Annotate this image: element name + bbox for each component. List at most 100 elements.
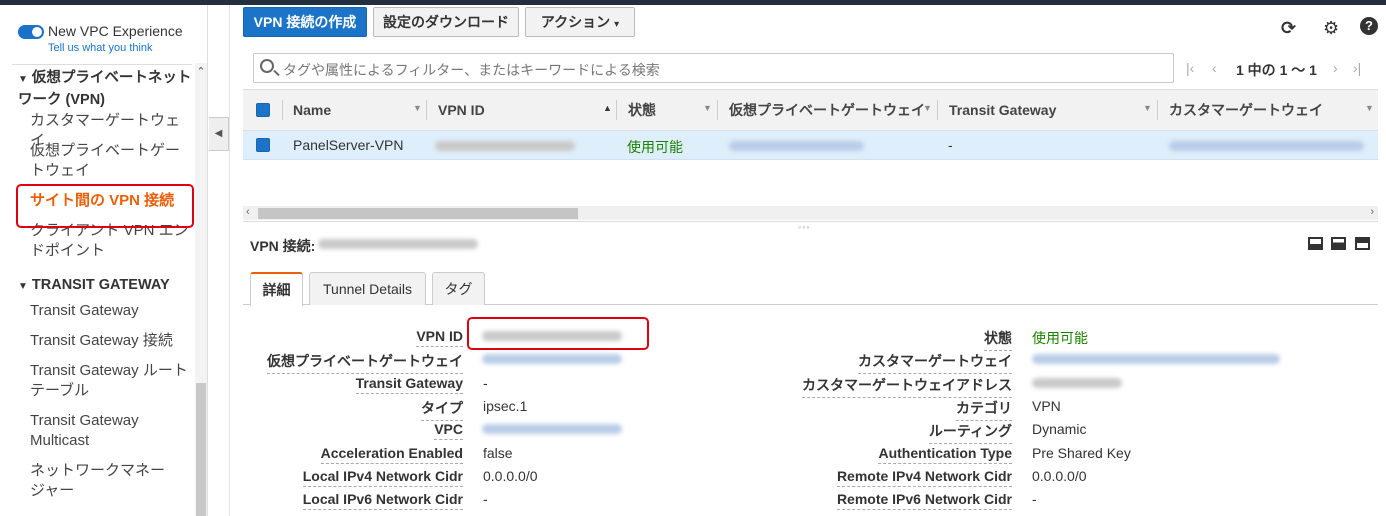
gear-icon[interactable]: ⚙ <box>1323 18 1339 39</box>
col-name[interactable]: Name <box>293 90 331 130</box>
collapse-triangle-icon: ▼ <box>18 74 28 85</box>
section-transit-gateway[interactable]: ▼ TRANSIT GATEWAY <box>18 275 170 297</box>
label-state: 状態 <box>984 330 1012 351</box>
sort-icon[interactable]: ▼ <box>923 103 932 113</box>
main-divider <box>229 5 230 516</box>
last-page-icon[interactable]: ›| <box>1353 60 1361 76</box>
pagination-text: 1 中の 1 〜 1 <box>1236 62 1317 78</box>
actions-label: アクション <box>540 14 611 30</box>
label-transit-gateway: Transit Gateway <box>355 375 464 394</box>
sidebar-separator <box>12 64 192 65</box>
label-remote-ipv4: Remote IPv4 Network Cidr <box>836 468 1013 487</box>
feedback-link[interactable]: Tell us what you think <box>48 42 153 54</box>
detail-title: VPN 接続: <box>250 236 315 256</box>
section-vpn-label: 仮想プライベートネットワーク (VPN) <box>18 70 192 108</box>
cell-name: PanelServer-VPN <box>293 137 404 153</box>
cell-state: 使用可能 <box>627 139 683 155</box>
first-page-icon[interactable]: |‹ <box>1186 60 1194 76</box>
col-transit-gateway[interactable]: Transit Gateway <box>949 90 1056 130</box>
resize-handle[interactable]: ◦◦◦ <box>798 222 811 232</box>
search-icon <box>260 59 274 73</box>
sort-icon[interactable]: ▼ <box>1143 103 1152 113</box>
sort-icon[interactable]: ▼ <box>413 103 422 113</box>
table-row[interactable]: PanelServer-VPN 使用可能 - <box>243 131 1378 160</box>
actions-button[interactable]: アクション ▾ <box>525 7 635 37</box>
sidebar-divider <box>207 5 208 516</box>
label-local-ipv4: Local IPv4 Network Cidr <box>302 468 464 487</box>
select-all-checkbox[interactable] <box>256 103 270 117</box>
col-vgw[interactable]: 仮想プライベートゲートウェイ <box>729 90 925 130</box>
cell-vgw-redacted[interactable] <box>729 141 864 151</box>
value-transit-gateway: - <box>483 375 488 391</box>
col-state[interactable]: 状態 <box>628 90 656 130</box>
sidebar-item-transit-gateway[interactable]: Transit Gateway <box>30 301 139 321</box>
cell-transit-gateway: - <box>948 137 953 153</box>
create-vpn-connection-button[interactable]: VPN 接続の作成 <box>243 7 367 37</box>
sidebar-item-transit-gateway-attachment[interactable]: Transit Gateway 接続 <box>30 331 173 351</box>
label-auth-type: Authentication Type <box>878 445 1012 464</box>
value-category: VPN <box>1032 398 1061 414</box>
value-vpc-redacted[interactable] <box>482 424 622 434</box>
scroll-up-icon[interactable]: ⌃ <box>195 65 207 78</box>
download-config-button[interactable]: 設定のダウンロード <box>373 7 519 37</box>
label-acceleration: Acceleration Enabled <box>320 445 464 464</box>
prev-page-icon[interactable]: ‹ <box>1212 60 1217 76</box>
sort-icon[interactable]: ▼ <box>703 103 712 113</box>
collapse-sidebar-button[interactable]: ◀ <box>209 117 229 151</box>
row-checkbox[interactable] <box>256 138 270 152</box>
layout-top-icon[interactable] <box>1355 237 1370 250</box>
tab-tags[interactable]: タグ <box>432 272 485 305</box>
label-vpc: VPC <box>434 421 463 440</box>
sort-asc-icon[interactable]: ▲ <box>603 103 612 113</box>
table-header: Name ▼ VPN ID ▲ 状態 ▼ 仮想プライベートゲートウェイ ▼ Tr… <box>243 89 1378 131</box>
scroll-right-icon[interactable]: › <box>1370 206 1374 218</box>
sidebar-item-virtual-private-gateway[interactable]: 仮想プライベートゲートウェイ <box>30 141 190 181</box>
value-customer-gateway-redacted[interactable] <box>1032 354 1280 364</box>
value-local-ipv4: 0.0.0.0/0 <box>483 468 538 484</box>
help-icon[interactable]: ? <box>1360 17 1378 35</box>
label-vpn-id: VPN ID <box>416 328 463 347</box>
value-type: ipsec.1 <box>483 398 528 414</box>
next-page-icon[interactable]: › <box>1333 60 1338 76</box>
scroll-left-icon[interactable]: ‹ <box>246 206 250 218</box>
new-vpc-toggle[interactable] <box>18 25 44 39</box>
value-vgw-redacted[interactable] <box>482 354 622 364</box>
cell-vpn-id-redacted <box>435 141 575 151</box>
horizontal-scroll-thumb[interactable] <box>258 208 578 219</box>
tab-details[interactable]: 詳細 <box>250 272 303 306</box>
col-vpn-id[interactable]: VPN ID <box>438 90 485 130</box>
chevron-down-icon: ▾ <box>614 19 620 30</box>
sidebar-scroll-thumb[interactable] <box>196 383 206 516</box>
search-input[interactable]: タグや属性によるフィルター、またはキーワードによる検索 <box>253 53 1174 83</box>
label-vgw: 仮想プライベートゲートウェイ <box>267 353 463 374</box>
sidebar-item-transit-gateway-route-table[interactable]: Transit Gateway ルートテーブル <box>30 361 190 401</box>
label-type: タイプ <box>421 400 463 421</box>
cell-customer-gateway-redacted[interactable] <box>1169 141 1364 151</box>
layout-split-icon[interactable] <box>1331 237 1346 250</box>
section-vpn[interactable]: ▼ 仮想プライベートネットワーク (VPN) <box>18 68 193 110</box>
label-routing: ルーティング <box>928 423 1013 444</box>
highlight-box-vpn-id <box>467 317 649 350</box>
col-customer-gateway[interactable]: カスタマーゲートウェイ <box>1169 90 1323 130</box>
tab-tunnel-details[interactable]: Tunnel Details <box>309 272 426 305</box>
chevron-left-icon: ◀ <box>214 128 223 139</box>
label-customer-gateway: カスタマーゲートウェイ <box>858 353 1012 374</box>
value-acceleration: false <box>483 445 513 461</box>
value-customer-gateway-address-redacted <box>1032 378 1122 388</box>
sidebar-item-transit-gateway-multicast[interactable]: Transit Gateway Multicast <box>30 411 150 451</box>
layout-bottom-icon[interactable] <box>1308 237 1323 250</box>
section-tgw-label: TRANSIT GATEWAY <box>31 277 170 293</box>
collapse-triangle-icon: ▼ <box>18 281 28 292</box>
detail-title-label: VPN 接続: <box>250 238 316 254</box>
value-remote-ipv4: 0.0.0.0/0 <box>1032 468 1087 484</box>
sidebar-scrollbar[interactable]: ⌃ <box>195 63 207 516</box>
value-state: 使用可能 <box>1032 330 1088 346</box>
sort-icon[interactable]: ▼ <box>1365 103 1374 113</box>
sidebar-item-network-manager[interactable]: ネットワークマネージャー <box>30 461 170 501</box>
table-horizontal-scrollbar[interactable]: ‹ › <box>243 206 1378 220</box>
value-local-ipv6: - <box>483 491 488 507</box>
refresh-icon[interactable]: ⟳ <box>1281 18 1296 39</box>
value-remote-ipv6: - <box>1032 491 1037 507</box>
value-routing: Dynamic <box>1032 421 1087 437</box>
label-category: カテゴリ <box>956 400 1012 421</box>
